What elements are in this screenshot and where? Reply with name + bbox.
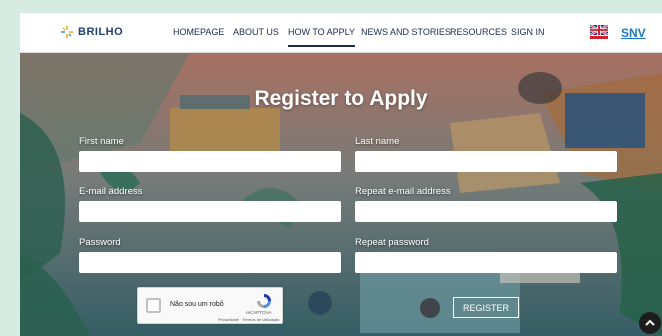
last-name-label: Last name <box>355 136 400 147</box>
recaptcha-privacy-links[interactable]: Privacidade · Termos de Utilização <box>218 317 280 322</box>
recaptcha-label: Não sou um robô <box>170 301 224 308</box>
nav-sign-in[interactable]: SIGN IN <box>511 27 545 37</box>
repeat-password-input[interactable] <box>355 252 617 273</box>
password-input[interactable] <box>79 252 341 273</box>
last-name-input[interactable] <box>355 151 617 172</box>
recaptcha-widget: Não sou um robô reCAPTCHA Privacidade · … <box>137 287 283 324</box>
nav-resources[interactable]: RESOURCES <box>450 27 507 37</box>
chevron-up-icon <box>645 319 655 326</box>
recaptcha-brand: reCAPTCHA <box>246 310 272 315</box>
top-navbar: BRILHO HOMEPAGE ABOUT US HOW TO APPLY NE… <box>20 13 662 53</box>
uk-flag-icon[interactable] <box>590 25 608 39</box>
brilho-logo[interactable]: BRILHO <box>60 25 123 39</box>
sparkle-icon <box>61 26 73 38</box>
repeat-email-input[interactable] <box>355 201 617 222</box>
first-name-label: First name <box>79 136 124 147</box>
nav-about-us[interactable]: ABOUT US <box>233 27 279 37</box>
brand-name: BRILHO <box>78 26 124 38</box>
email-label: E-mail address <box>79 186 143 197</box>
password-label: Password <box>79 237 121 248</box>
repeat-password-label: Repeat password <box>355 237 429 248</box>
snv-partner-link[interactable]: SNV <box>621 26 646 40</box>
first-name-input[interactable] <box>79 151 341 172</box>
email-input[interactable] <box>79 201 341 222</box>
recaptcha-checkbox[interactable] <box>146 298 161 313</box>
repeat-email-label: Repeat e-mail address <box>355 186 451 197</box>
page-frame: BRILHO HOMEPAGE ABOUT US HOW TO APPLY NE… <box>20 13 662 336</box>
hero-register-section: Register to Apply First name Last name E… <box>20 53 662 336</box>
page-title: Register to Apply <box>254 87 428 110</box>
recaptcha-icon <box>257 294 271 308</box>
nav-homepage[interactable]: HOMEPAGE <box>173 27 224 37</box>
nav-news-and-stories[interactable]: NEWS AND STORIES <box>361 27 451 37</box>
scroll-to-top-button[interactable] <box>639 312 661 334</box>
register-button[interactable]: REGISTER <box>453 297 519 318</box>
nav-how-to-apply[interactable]: HOW TO APPLY <box>288 27 356 47</box>
